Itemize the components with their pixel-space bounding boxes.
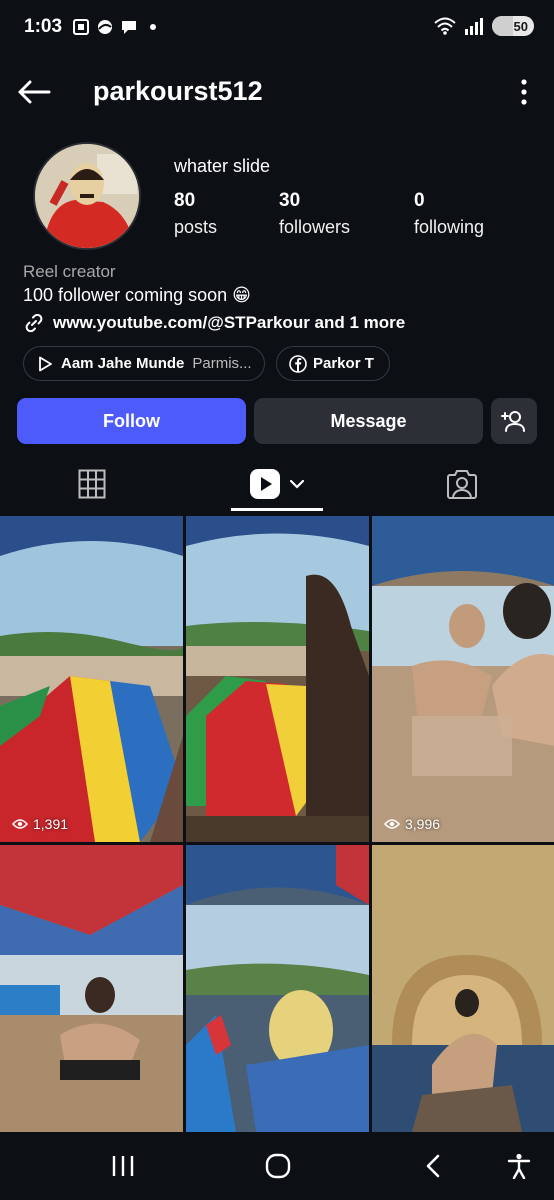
- post-thumbnail[interactable]: [186, 516, 369, 842]
- more-vertical-icon: [521, 79, 527, 105]
- system-nav-bar: [0, 1132, 554, 1200]
- link-icon: [25, 313, 43, 333]
- post-thumbnail[interactable]: 3,996: [372, 516, 554, 842]
- post-thumbnail[interactable]: [0, 845, 183, 1132]
- facebook-chip[interactable]: Parkor T: [276, 346, 390, 381]
- arrow-left-icon: [18, 80, 51, 104]
- grid-icon: [78, 469, 106, 499]
- chat-icon: [122, 21, 136, 34]
- bio-category: Reel creator: [23, 262, 116, 281]
- dot-icon: [150, 24, 156, 30]
- back-button[interactable]: [14, 72, 54, 112]
- status-bar: 1:03 50: [0, 0, 554, 58]
- play-icon: [39, 356, 52, 371]
- post-image: [0, 845, 183, 1132]
- signal-icon: [465, 18, 483, 35]
- post-image: [186, 516, 369, 842]
- follow-button[interactable]: Follow: [17, 398, 246, 444]
- recent-apps-button[interactable]: [101, 1146, 145, 1186]
- battery-level: [492, 16, 513, 36]
- post-image: [372, 516, 554, 842]
- profile-header: parkourst512: [0, 62, 554, 122]
- stat-label: following: [414, 217, 485, 237]
- view-count-text: 1,391: [33, 816, 69, 832]
- tab-reels[interactable]: [231, 455, 323, 513]
- post-image: [186, 845, 369, 1132]
- post-thumbnail[interactable]: 1,391: [0, 516, 183, 842]
- stat-value: 0: [414, 190, 425, 211]
- recent-apps-icon: [112, 1156, 134, 1176]
- bio-link-text: www.youtube.com/@STParkour and 1 more: [53, 313, 406, 332]
- back-nav-button[interactable]: [411, 1146, 455, 1186]
- profile-tabs: [0, 455, 554, 513]
- chevron-left-icon: [426, 1154, 440, 1178]
- stat-label: followers: [279, 217, 351, 237]
- view-count: 3,996: [384, 816, 440, 832]
- post-image: [0, 516, 183, 842]
- tagged-icon: [447, 470, 477, 499]
- tab-tagged[interactable]: [410, 455, 514, 513]
- posts-grid: 1,391 3,996: [0, 516, 554, 1132]
- stat-following[interactable]: 0 following: [414, 190, 484, 238]
- more-options-button[interactable]: [512, 74, 536, 110]
- chip-subtitle: Parmis...: [192, 355, 252, 372]
- stat-posts[interactable]: 80 posts: [174, 190, 217, 238]
- post-image: [372, 845, 554, 1132]
- weather-icon: [98, 20, 112, 34]
- profile-avatar[interactable]: [33, 142, 141, 250]
- home-button[interactable]: [256, 1146, 300, 1186]
- reels-icon: [250, 469, 280, 499]
- message-button[interactable]: Message: [254, 398, 483, 444]
- chip-title: Aam Jahe Munde: [61, 355, 185, 372]
- stat-followers[interactable]: 30 followers: [279, 190, 350, 238]
- avatar-image: [35, 144, 139, 248]
- eye-icon: [384, 819, 400, 829]
- stat-label: posts: [174, 217, 218, 237]
- accessibility-button[interactable]: [497, 1146, 541, 1186]
- battery-text: 50: [513, 18, 528, 34]
- profile-username: parkourst512: [93, 76, 263, 106]
- status-time: 1:03: [24, 16, 63, 37]
- post-thumbnail[interactable]: [372, 845, 554, 1132]
- accessibility-icon: [507, 1153, 531, 1179]
- home-icon: [265, 1153, 291, 1179]
- notification-icons: [72, 18, 162, 36]
- chevron-down-icon: [289, 479, 305, 489]
- add-person-icon: [501, 411, 525, 432]
- wifi-icon: [434, 17, 456, 35]
- view-count-text: 3,996: [405, 816, 441, 832]
- screenshot-icon: [73, 19, 89, 35]
- stat-value: 80: [174, 190, 196, 211]
- status-right: 50: [434, 16, 534, 36]
- stat-value: 30: [279, 190, 301, 211]
- suggest-users-button[interactable]: [491, 398, 537, 444]
- eye-icon: [12, 819, 28, 829]
- view-count: 1,391: [12, 816, 68, 832]
- battery-indicator: 50: [492, 16, 534, 36]
- active-tab-indicator: [231, 508, 323, 511]
- post-thumbnail[interactable]: [186, 845, 369, 1132]
- display-name: whater slide: [174, 156, 271, 176]
- music-chip[interactable]: Aam Jahe Munde Parmis...: [23, 346, 265, 381]
- chip-title: Parkor T: [313, 355, 374, 372]
- tab-posts-grid[interactable]: [40, 455, 144, 513]
- bio-text: 100 follower coming soon 😁: [23, 285, 251, 305]
- facebook-icon: [289, 354, 307, 373]
- bio-link[interactable]: www.youtube.com/@STParkour and 1 more: [23, 312, 405, 334]
